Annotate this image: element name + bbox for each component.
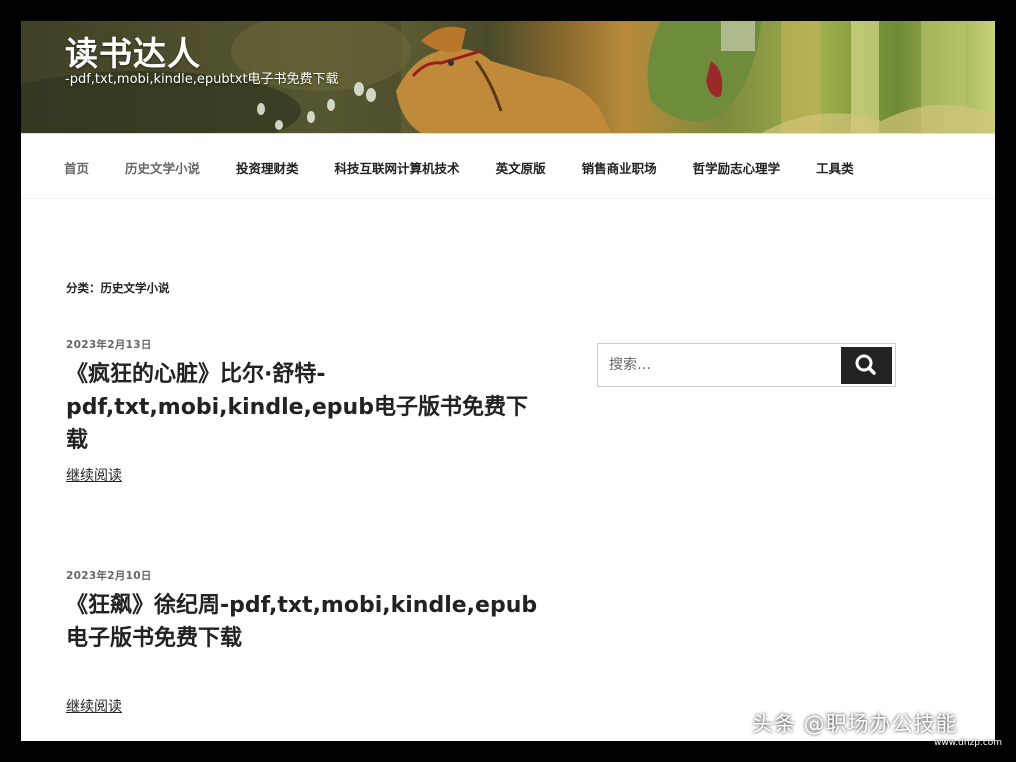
watermark-text: 头条 @职场办公技能 [752,712,958,736]
nav-item-technology[interactable]: 科技互联网计算机技术 [335,158,460,177]
main-navigation: 首页 历史文学小说 投资理财类 科技互联网计算机技术 英文原版 销售商业职场 哲… [21,133,995,199]
post-date[interactable]: 2023年2月13日 [66,337,546,352]
nav-item-home[interactable]: 首页 [64,158,89,177]
read-more-link[interactable]: 继续阅读 [66,465,122,485]
nav-item-history-literature[interactable]: 历史文学小说 [125,158,200,177]
post-title[interactable]: 《狂飙》徐纪周-pdf,txt,mobi,kindle,epub电子版书免费下载 [66,589,546,655]
nav-item-tools[interactable]: 工具类 [816,158,854,177]
read-more-link[interactable]: 继续阅读 [66,696,122,716]
search-form [597,343,896,387]
post-date[interactable]: 2023年2月10日 [66,568,546,583]
nav-item-philosophy[interactable]: 哲学励志心理学 [693,158,781,177]
search-button[interactable] [841,347,892,384]
nav-item-investment[interactable]: 投资理财类 [236,158,299,177]
watermark-url: www.dnzp.com [934,738,1003,748]
page: 读书达人 -pdf,txt,mobi,kindle,epubtxt电子书免费下载… [21,21,995,741]
site-header: 读书达人 -pdf,txt,mobi,kindle,epubtxt电子书免费下载 [21,21,995,133]
search-icon [855,354,876,375]
nav-item-english-original[interactable]: 英文原版 [496,158,546,177]
post: 2023年2月13日 《疯狂的心脏》比尔·舒特-pdf,txt,mobi,kin… [66,337,546,484]
nav-item-sales-business[interactable]: 销售商业职场 [582,158,657,177]
site-description: -pdf,txt,mobi,kindle,epubtxt电子书免费下载 [65,72,339,87]
search-input[interactable] [598,344,842,386]
post-title[interactable]: 《疯狂的心脏》比尔·舒特-pdf,txt,mobi,kindle,epub电子版… [66,358,546,457]
archive-title: 分类：历史文学小说 [66,281,170,295]
post: 2023年2月10日 《狂飙》徐纪周-pdf,txt,mobi,kindle,e… [66,568,546,715]
